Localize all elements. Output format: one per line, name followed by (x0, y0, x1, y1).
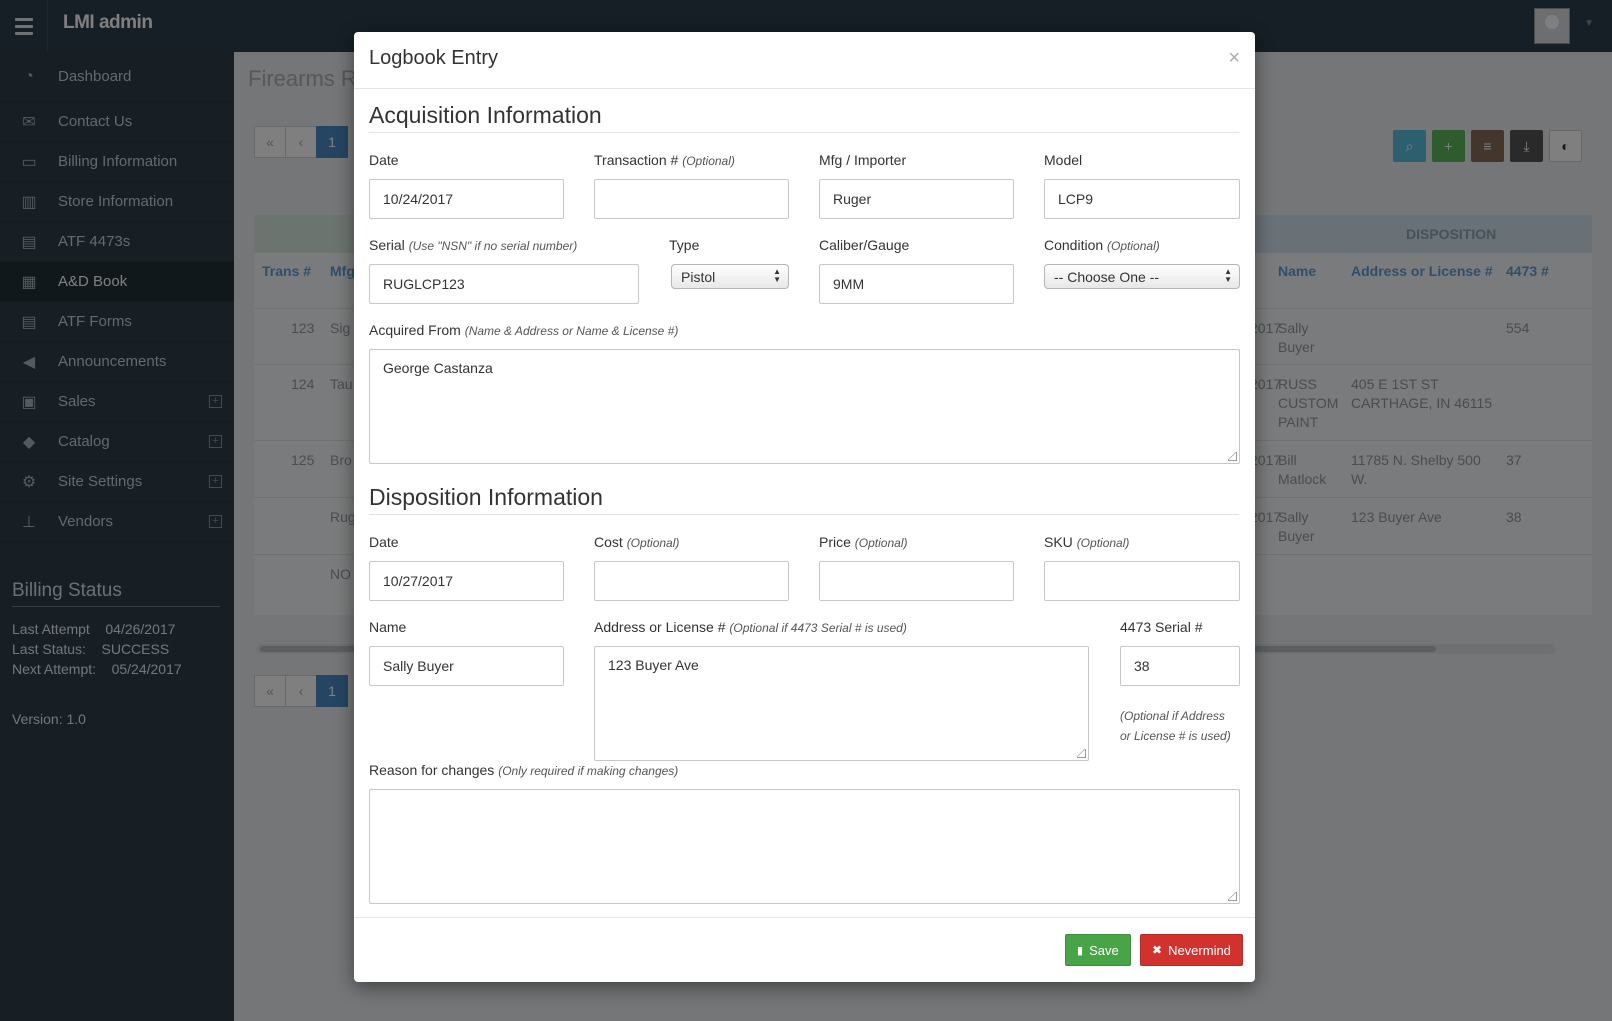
section-divider (369, 132, 1239, 133)
transaction-field[interactable] (594, 179, 789, 219)
serial-field[interactable]: RUGLCP123 (369, 264, 639, 304)
reason-label: Reason for changes (Only required if mak… (369, 762, 679, 778)
sku-label: SKU (Optional) (1044, 534, 1130, 550)
modal-title: Logbook Entry (369, 47, 498, 69)
caliber-label: Caliber/Gauge (819, 237, 910, 253)
condition-select[interactable]: -- Choose One -- ▲ ▼ (1044, 264, 1240, 289)
close-icon[interactable]: × (1228, 48, 1240, 68)
serial-4473-hint: (Optional if Address or License # is used… (1120, 709, 1231, 743)
address-label: Address or License # (Optional if 4473 S… (594, 619, 907, 635)
select-arrows-icon: ▲ ▼ (1224, 267, 1232, 284)
type-label: Type (669, 237, 700, 253)
close-icon: ✖ (1152, 943, 1163, 957)
cost-field[interactable] (594, 561, 789, 601)
acquired-from-label: Acquired From (Name & Address or Name & … (369, 322, 679, 338)
serial-4473-label: 4473 Serial # (1120, 619, 1203, 635)
save-button-label: Save (1089, 942, 1119, 958)
select-arrows-icon: ▲ ▼ (773, 267, 781, 284)
disp-date-field[interactable]: 10/27/2017 (369, 561, 564, 601)
condition-select-value: -- Choose One -- (1054, 268, 1160, 285)
cost-label: Cost (Optional) (594, 534, 680, 550)
acquired-from-field[interactable]: George Castanza (369, 349, 1240, 464)
price-label: Price (Optional) (819, 534, 908, 550)
sku-field[interactable] (1044, 561, 1240, 601)
model-field[interactable]: LCP9 (1044, 179, 1240, 219)
modal-header: Logbook Entry × (354, 32, 1255, 89)
logbook-entry-modal: Logbook Entry × Acquisition Information … (354, 32, 1255, 982)
serial-label: Serial (Use "NSN" if no serial number) (369, 237, 578, 253)
acq-date-field[interactable]: 10/24/2017 (369, 179, 564, 219)
address-field[interactable]: 123 Buyer Ave (594, 646, 1089, 761)
nevermind-button[interactable]: ✖ Nevermind (1140, 934, 1243, 966)
trash-icon: ▮ (1077, 944, 1084, 957)
disposition-heading: Disposition Information (369, 484, 603, 510)
section-divider (369, 514, 1239, 515)
model-label: Model (1044, 152, 1083, 168)
nevermind-button-label: Nevermind (1168, 942, 1231, 958)
caliber-field[interactable]: 9MM (819, 264, 1014, 304)
disp-name-field[interactable]: Sally Buyer (369, 646, 564, 686)
mfg-field[interactable]: Ruger (819, 179, 1014, 219)
save-button[interactable]: ▮ Save (1065, 934, 1131, 966)
disp-date-label: Date (369, 534, 399, 550)
condition-label: Condition (Optional) (1044, 237, 1160, 253)
price-field[interactable] (819, 561, 1014, 601)
acquisition-heading: Acquisition Information (369, 102, 602, 128)
disp-name-label: Name (369, 619, 407, 635)
serial-4473-field[interactable]: 38 (1120, 646, 1240, 686)
modal-footer: ▮ Save ✖ Nevermind (354, 917, 1255, 982)
type-select-value: Pistol (681, 268, 716, 285)
type-select[interactable]: Pistol ▲ ▼ (671, 264, 789, 289)
acq-date-label: Date (369, 152, 399, 168)
transaction-label: Transaction # (Optional) (594, 152, 735, 168)
reason-field[interactable] (369, 789, 1240, 904)
mfg-label: Mfg / Importer (819, 152, 907, 168)
